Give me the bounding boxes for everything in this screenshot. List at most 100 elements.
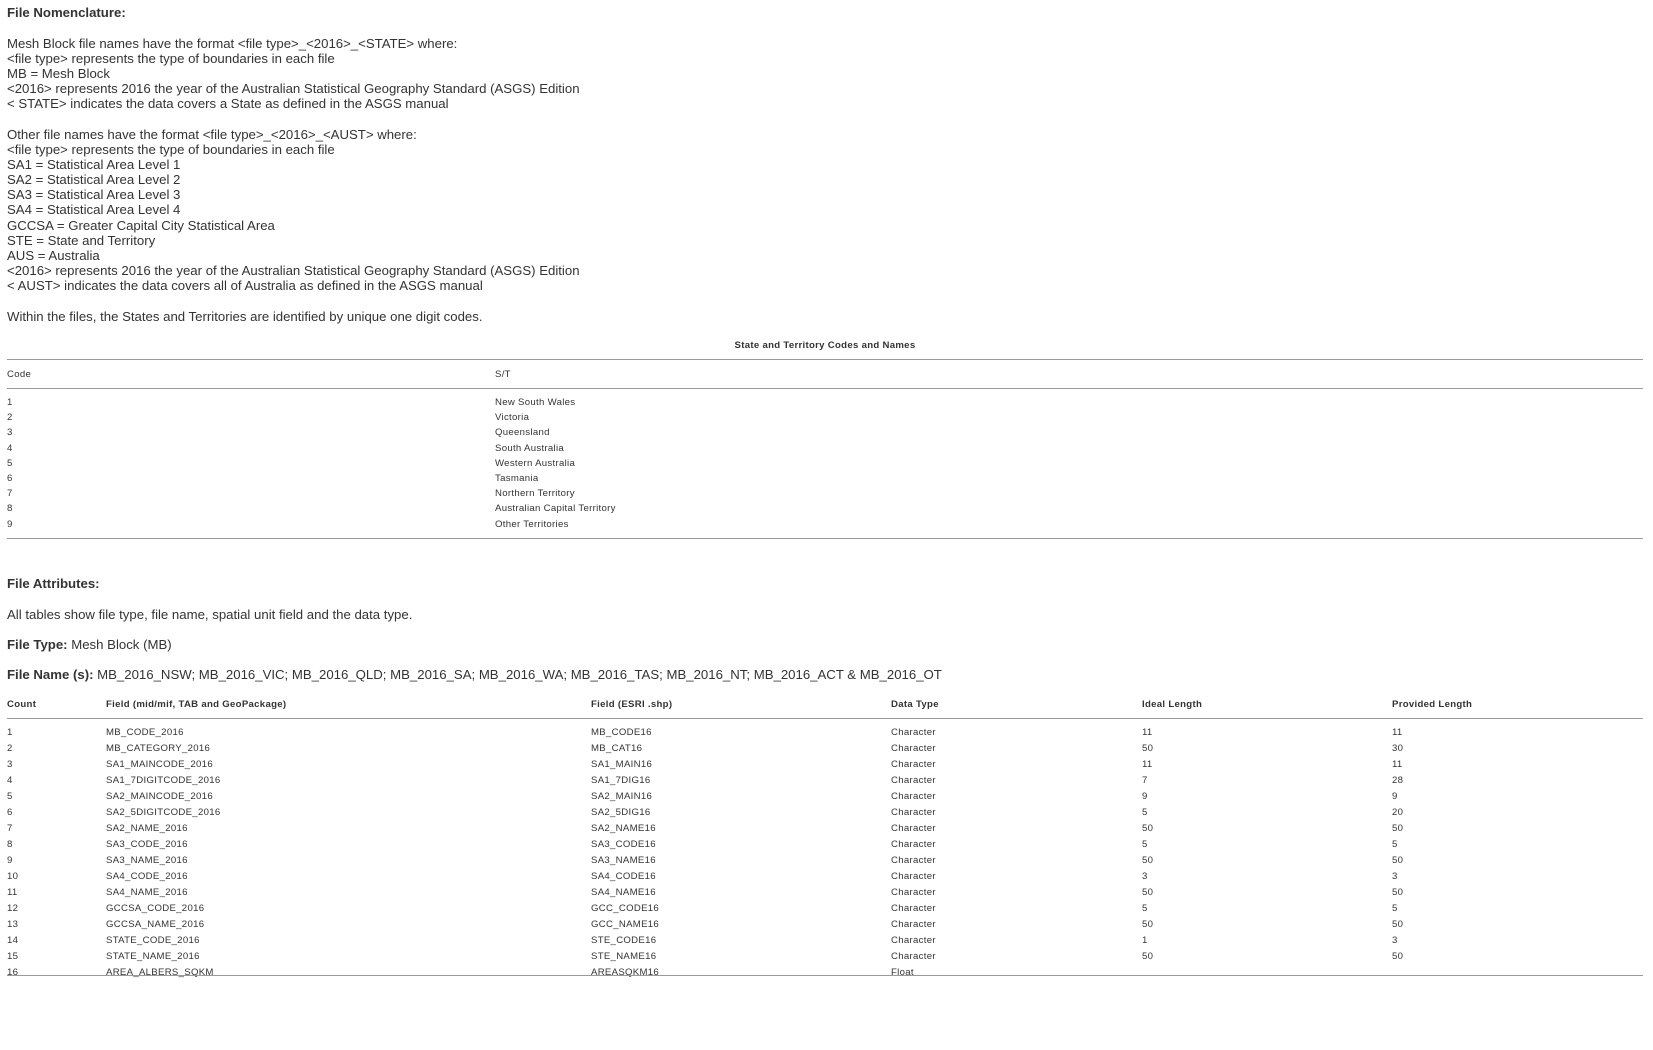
provided-length-cell: 11 xyxy=(1392,727,1403,738)
data-type-cell: Character xyxy=(891,919,936,930)
within-files-text: Within the files, the States and Territo… xyxy=(7,309,483,324)
state-code-cell: 4 xyxy=(7,442,13,454)
field-mid-cell: SA3_NAME_2016 xyxy=(106,855,188,866)
field-mid-cell: SA3_CODE_2016 xyxy=(106,839,188,850)
count-cell: 3 xyxy=(7,759,13,770)
data-type-cell: Character xyxy=(891,791,936,802)
table-rule xyxy=(7,388,1643,389)
provided-length-cell: 50 xyxy=(1392,951,1404,962)
data-type-cell: Character xyxy=(891,887,936,898)
provided-length-cell: 20 xyxy=(1392,807,1404,818)
field-table-header-field-mid: Field (mid/mif, TAB and GeoPackage) xyxy=(106,699,287,710)
ideal-length-cell: 11 xyxy=(1142,759,1153,770)
field-mid-cell: GCCSA_CODE_2016 xyxy=(106,903,205,914)
data-type-cell: Character xyxy=(891,759,936,770)
field-table-header-provided-length: Provided Length xyxy=(1392,699,1473,710)
table-rule xyxy=(7,718,1643,719)
count-cell: 1 xyxy=(7,727,13,738)
field-mid-cell: STATE_NAME_2016 xyxy=(106,951,200,962)
provided-length-cell: 3 xyxy=(1392,871,1398,882)
mb-line: <file type> represents the type of bound… xyxy=(7,51,335,66)
state-table-caption: State and Territory Codes and Names xyxy=(734,340,916,351)
count-cell: 8 xyxy=(7,839,13,850)
data-type-cell: Character xyxy=(891,855,936,866)
count-cell: 5 xyxy=(7,791,13,802)
data-type-cell: Character xyxy=(891,839,936,850)
data-type-cell: Character xyxy=(891,775,936,786)
table-rule xyxy=(7,538,1643,539)
field-table-header-data-type: Data Type xyxy=(891,699,939,710)
file-type-line: File Type: Mesh Block (MB) xyxy=(7,637,172,653)
ideal-length-cell: 50 xyxy=(1142,951,1154,962)
field-esri-cell: SA4_CODE16 xyxy=(591,871,656,882)
field-mid-cell: SA2_MAINCODE_2016 xyxy=(106,791,213,802)
mb-intro-text: Mesh Block file names have the format <f… xyxy=(7,36,458,51)
state-code-cell: 7 xyxy=(7,488,13,500)
other-intro-text: Other file names have the format <file t… xyxy=(7,127,417,142)
provided-length-cell: 11 xyxy=(1392,759,1403,770)
count-cell: 12 xyxy=(7,903,19,914)
state-code-cell: 9 xyxy=(7,518,13,530)
ideal-length-cell: 50 xyxy=(1142,855,1154,866)
ideal-length-cell: 3 xyxy=(1142,871,1148,882)
count-cell: 10 xyxy=(7,871,19,882)
state-code-cell: 3 xyxy=(7,427,13,439)
provided-length-cell: 28 xyxy=(1392,775,1404,786)
count-cell: 15 xyxy=(7,951,19,962)
count-cell: 7 xyxy=(7,823,13,834)
field-esri-cell: SA4_NAME16 xyxy=(591,887,656,898)
state-name-cell: New South Wales xyxy=(495,397,576,408)
field-esri-cell: STE_CODE16 xyxy=(591,935,657,946)
other-line: <2016> represents 2016 the year of the A… xyxy=(7,263,580,278)
data-type-cell: Character xyxy=(891,951,936,962)
field-esri-cell: MB_CAT16 xyxy=(591,743,643,754)
field-esri-cell: SA3_CODE16 xyxy=(591,839,656,850)
other-line: SA1 = Statistical Area Level 1 xyxy=(7,157,181,172)
field-mid-cell: SA1_7DIGITCODE_2016 xyxy=(106,775,221,786)
mb-line: < STATE> indicates the data covers a Sta… xyxy=(7,96,449,111)
field-esri-cell: SA2_MAIN16 xyxy=(591,791,653,802)
data-type-cell: Character xyxy=(891,807,936,818)
other-line: SA4 = Statistical Area Level 4 xyxy=(7,202,181,217)
ideal-length-cell: 50 xyxy=(1142,887,1154,898)
state-code-cell: 8 xyxy=(7,503,13,515)
state-name-cell: Northern Territory xyxy=(495,488,575,500)
field-table-header-field-esri: Field (ESRI .shp) xyxy=(591,699,673,710)
count-cell: 2 xyxy=(7,743,13,754)
ideal-length-cell: 50 xyxy=(1142,919,1154,930)
state-name-cell: Victoria xyxy=(495,412,530,424)
count-cell: 9 xyxy=(7,855,13,866)
provided-length-cell: 5 xyxy=(1392,903,1398,914)
count-cell: 4 xyxy=(7,775,13,786)
data-type-cell: Character xyxy=(891,935,936,946)
ideal-length-cell: 50 xyxy=(1142,823,1154,834)
state-name-cell: Tasmania xyxy=(495,473,539,484)
data-type-cell: Character xyxy=(891,823,936,834)
state-name-cell: Other Territories xyxy=(495,518,569,530)
table-rule xyxy=(7,975,1643,976)
attributes-heading: File Attributes: xyxy=(7,576,100,591)
count-cell: 11 xyxy=(7,887,18,898)
provided-length-cell: 30 xyxy=(1392,743,1404,754)
field-mid-cell: SA2_NAME_2016 xyxy=(106,823,188,834)
count-cell: 13 xyxy=(7,919,19,930)
attributes-intro: All tables show file type, file name, sp… xyxy=(7,607,413,622)
field-table-header-count: Count xyxy=(7,699,37,710)
ideal-length-cell: 5 xyxy=(1142,839,1148,850)
state-table-header-code: Code xyxy=(7,369,32,380)
field-mid-cell: SA1_MAINCODE_2016 xyxy=(106,759,213,770)
field-mid-cell: STATE_CODE_2016 xyxy=(106,935,200,946)
other-line: AUS = Australia xyxy=(7,248,100,263)
field-esri-cell: MB_CODE16 xyxy=(591,727,652,738)
data-type-cell: Character xyxy=(891,903,936,914)
field-mid-cell: SA4_CODE_2016 xyxy=(106,871,188,882)
file-type-value: Mesh Block (MB) xyxy=(67,637,172,652)
field-mid-cell: MB_CODE_2016 xyxy=(106,727,184,738)
data-type-cell: Float xyxy=(891,967,914,978)
provided-length-cell: 3 xyxy=(1392,935,1398,946)
ideal-length-cell: 9 xyxy=(1142,791,1148,802)
count-cell: 14 xyxy=(7,935,19,946)
field-esri-cell: AREASQKM16 xyxy=(591,967,660,978)
state-name-cell: South Australia xyxy=(495,442,565,454)
data-type-cell: Character xyxy=(891,727,936,738)
